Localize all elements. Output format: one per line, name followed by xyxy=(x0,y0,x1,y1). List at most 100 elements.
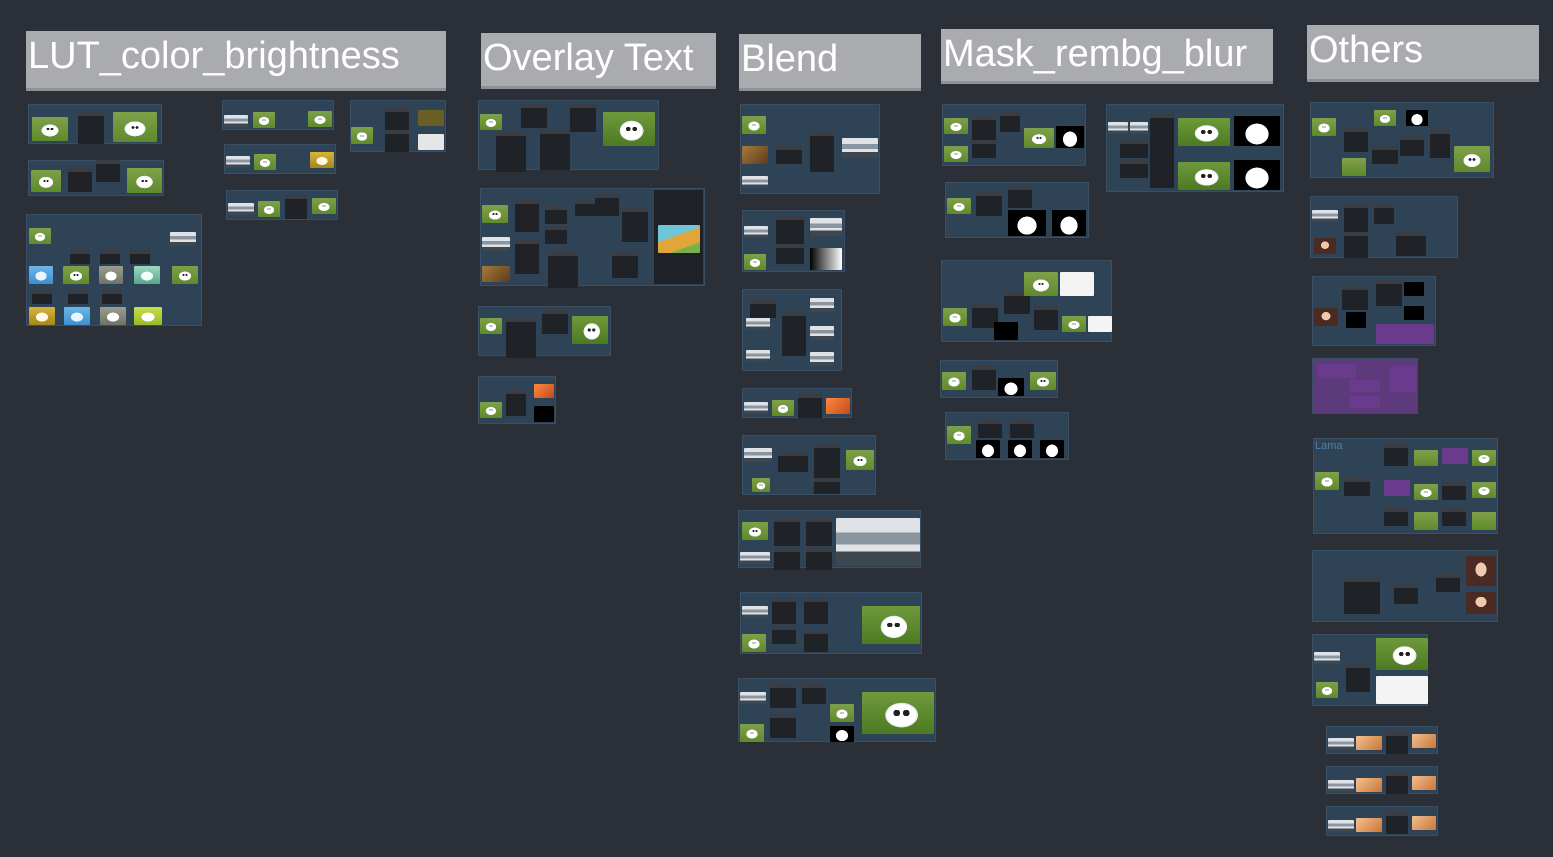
lut-node[interactable] xyxy=(78,112,104,144)
mask-preview-icon xyxy=(1404,282,1424,296)
overlay-node[interactable] xyxy=(575,200,595,216)
mask-preview-icon xyxy=(1056,126,1084,148)
blend-node[interactable] xyxy=(772,598,796,624)
others-node[interactable] xyxy=(1384,444,1408,466)
blend-node[interactable] xyxy=(776,216,804,244)
blend-node[interactable] xyxy=(814,444,840,478)
mask-node[interactable] xyxy=(1120,140,1148,158)
others-node[interactable] xyxy=(1430,130,1450,158)
image-thumbnail-icon xyxy=(943,308,967,326)
blend-node[interactable] xyxy=(814,478,840,494)
image-thumbnail-icon xyxy=(862,606,920,644)
group-title-mask-rembg-blur[interactable]: Mask_rembg_blur xyxy=(941,29,1273,84)
blend-node[interactable] xyxy=(810,132,834,172)
blend-node[interactable] xyxy=(804,598,828,624)
others-node[interactable] xyxy=(1386,812,1408,834)
group-title-blend[interactable]: Blend xyxy=(739,34,921,91)
others-node[interactable] xyxy=(1384,508,1408,526)
others-node[interactable] xyxy=(1374,204,1394,224)
others-node[interactable] xyxy=(1344,232,1368,258)
blend-node[interactable] xyxy=(770,684,796,708)
image-thumbnail-icon xyxy=(740,552,770,564)
mask-node[interactable] xyxy=(1008,186,1032,208)
mask-node[interactable] xyxy=(1120,160,1148,178)
mask-node[interactable] xyxy=(972,116,996,140)
overlay-node[interactable] xyxy=(548,252,578,288)
overlay-node[interactable] xyxy=(506,390,526,416)
image-thumbnail-icon xyxy=(1472,450,1496,466)
blend-node[interactable] xyxy=(798,394,822,418)
image-thumbnail-icon xyxy=(100,307,126,325)
lut-node[interactable] xyxy=(102,290,122,304)
lut-node[interactable] xyxy=(32,290,52,304)
others-node[interactable] xyxy=(1396,232,1426,256)
others-node[interactable] xyxy=(1344,478,1370,496)
others-node[interactable] xyxy=(1442,508,1466,526)
overlay-node[interactable] xyxy=(545,226,567,244)
blend-node[interactable] xyxy=(806,548,832,570)
overlay-node[interactable] xyxy=(622,208,648,242)
blend-node[interactable] xyxy=(776,146,802,164)
lut-node[interactable] xyxy=(68,168,92,192)
group-title-overlay-text[interactable]: Overlay Text xyxy=(481,33,716,89)
blend-node[interactable] xyxy=(774,518,800,546)
overlay-node[interactable] xyxy=(515,200,539,232)
group-title-others[interactable]: Others xyxy=(1307,25,1539,82)
image-thumbnail-icon xyxy=(810,298,834,312)
mask-node[interactable] xyxy=(972,140,996,158)
others-node[interactable] xyxy=(1344,578,1380,614)
others-node[interactable] xyxy=(1400,136,1424,156)
overlay-node[interactable] xyxy=(570,104,596,132)
blend-node[interactable] xyxy=(776,244,804,264)
lut-node[interactable] xyxy=(96,160,120,182)
blend-node[interactable] xyxy=(772,626,796,644)
lut-node[interactable] xyxy=(68,290,88,304)
mask-node[interactable] xyxy=(976,192,1002,216)
lut-node[interactable] xyxy=(385,130,409,152)
overlay-node[interactable] xyxy=(506,318,536,358)
others-node[interactable] xyxy=(1376,280,1402,306)
blend-node[interactable] xyxy=(750,300,776,318)
others-node[interactable] xyxy=(1436,574,1460,592)
image-thumbnail-icon xyxy=(99,266,123,284)
others-node[interactable] xyxy=(1442,482,1466,500)
mask-node[interactable] xyxy=(1150,114,1174,188)
others-node[interactable] xyxy=(1344,204,1368,232)
blend-node[interactable] xyxy=(806,518,832,546)
image-thumbnail-icon xyxy=(740,692,766,704)
others-node[interactable] xyxy=(1372,146,1398,164)
others-node[interactable] xyxy=(1342,286,1368,310)
overlay-node[interactable] xyxy=(496,132,526,172)
mask-node[interactable] xyxy=(1034,306,1058,330)
lut-node[interactable] xyxy=(130,250,150,264)
mask-node[interactable] xyxy=(978,420,1002,438)
others-node[interactable] xyxy=(1394,584,1418,604)
overlay-node[interactable] xyxy=(515,240,539,274)
blend-node[interactable] xyxy=(802,684,826,704)
lut-node[interactable] xyxy=(285,195,307,219)
mask-node[interactable] xyxy=(1010,420,1034,438)
overlay-node[interactable] xyxy=(612,252,638,278)
image-thumbnail-icon xyxy=(742,522,768,540)
others-node[interactable] xyxy=(1344,128,1368,152)
blend-node[interactable] xyxy=(804,630,828,652)
mask-node[interactable] xyxy=(1000,112,1020,132)
group-title-lut[interactable]: LUT_color_brightness xyxy=(26,31,446,91)
overlay-node[interactable] xyxy=(545,206,567,224)
blend-node[interactable] xyxy=(774,548,800,570)
lut-node[interactable] xyxy=(385,108,409,130)
overlay-node[interactable] xyxy=(542,310,568,334)
blend-node[interactable] xyxy=(778,452,808,472)
overlay-node[interactable] xyxy=(595,194,619,216)
others-node[interactable] xyxy=(1346,664,1370,692)
mask-node[interactable] xyxy=(972,366,996,390)
lut-node[interactable] xyxy=(100,250,120,264)
overlay-node[interactable] xyxy=(540,130,570,170)
others-node[interactable] xyxy=(1386,732,1408,754)
blend-node[interactable] xyxy=(770,714,796,738)
image-thumbnail-icon xyxy=(1312,210,1338,222)
blend-node[interactable] xyxy=(782,312,806,356)
others-node[interactable] xyxy=(1386,772,1408,794)
overlay-node[interactable] xyxy=(521,104,547,128)
lut-node[interactable] xyxy=(70,250,90,264)
